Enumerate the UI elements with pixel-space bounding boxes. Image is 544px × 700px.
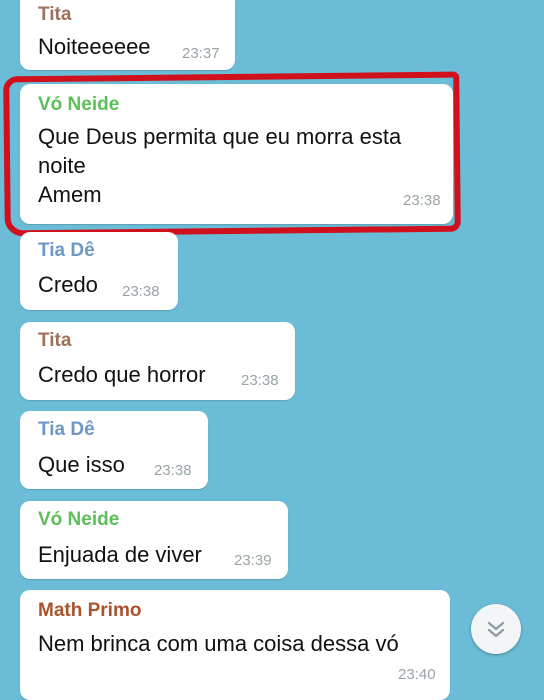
message-bubble[interactable]: Tita Noiteeeeee 23:37 <box>20 0 235 70</box>
message-sender: Tita <box>38 4 72 25</box>
message-bubble[interactable]: Math Primo Nem brinca com uma coisa dess… <box>20 590 450 700</box>
message-time: 23:38 <box>241 372 279 389</box>
message-bubble[interactable]: Tia Dê Que isso 23:38 <box>20 411 208 489</box>
message-sender: Tia Dê <box>38 240 95 261</box>
message-sender: Tia Dê <box>38 419 95 440</box>
message-bubble[interactable]: Tia Dê Credo 23:38 <box>20 232 178 310</box>
scroll-to-bottom-button[interactable] <box>471 604 521 654</box>
message-bubble[interactable]: Tita Credo que horror 23:38 <box>20 322 295 400</box>
message-text: Enjuada de viver <box>38 542 202 567</box>
message-text: Credo que horror <box>38 362 206 387</box>
message-time: 23:38 <box>154 462 192 479</box>
message-time: 23:38 <box>122 283 160 300</box>
message-bubble[interactable]: Vó Neide Enjuada de viver 23:39 <box>20 501 288 579</box>
red-highlight-box <box>3 71 461 237</box>
double-chevron-down-icon <box>487 621 505 638</box>
message-sender: Vó Neide <box>38 509 120 530</box>
message-time: 23:37 <box>182 45 220 62</box>
message-text: Credo <box>38 272 98 297</box>
message-text: Nem brinca com uma coisa dessa vó <box>38 631 399 656</box>
message-time: 23:40 <box>398 666 436 683</box>
message-sender: Math Primo <box>38 600 142 621</box>
message-text: Que isso <box>38 452 125 477</box>
message-sender: Tita <box>38 330 72 351</box>
message-text: Noiteeeeee <box>38 34 151 59</box>
message-time: 23:39 <box>234 552 272 569</box>
